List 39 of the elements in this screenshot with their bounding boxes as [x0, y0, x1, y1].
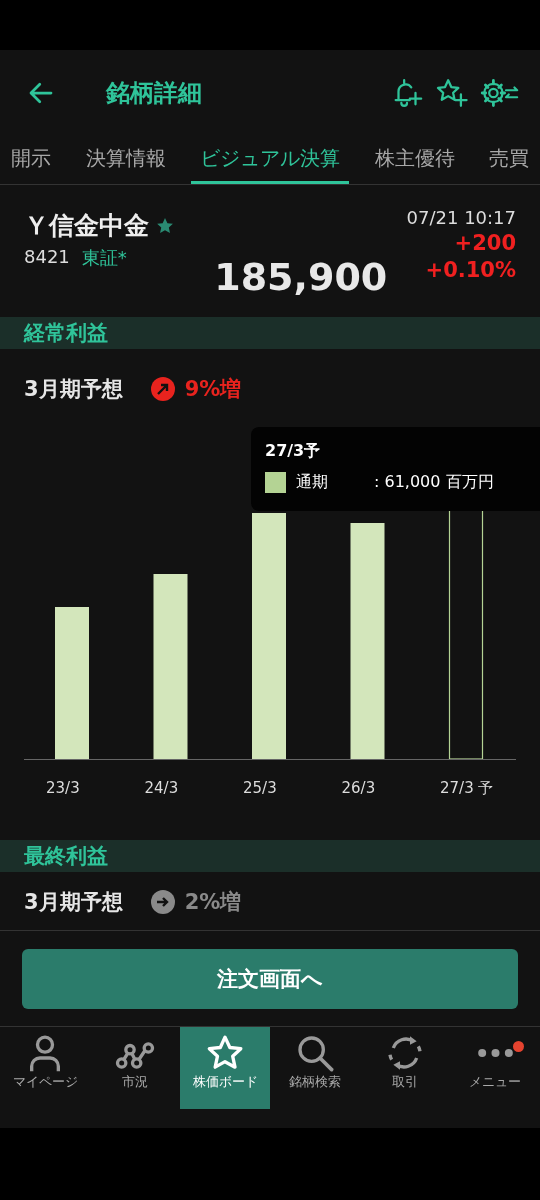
market-label[interactable]: 東証*	[81, 246, 127, 270]
nav-item[interactable]: 株価ボード	[180, 1027, 270, 1109]
section-header: 経常利益	[0, 317, 540, 349]
nav-item[interactable]: 市況	[90, 1027, 180, 1109]
screen-title: 銘柄詳細	[106, 77, 203, 109]
growth-rate: 9%増	[184, 376, 242, 403]
change-percent: +0.10%	[424, 258, 516, 282]
forecast-label: 3月期予想	[24, 376, 123, 403]
tab[interactable]: ビジュアル決算	[191, 135, 349, 184]
stock-price: 185,900	[213, 254, 389, 301]
update-time: 07/21 10:17	[406, 207, 516, 228]
price-change: +200	[453, 231, 516, 255]
tab[interactable]: 売買	[480, 135, 538, 184]
axis-label: 27/3 予	[439, 779, 495, 798]
nav-item[interactable]: 取引	[360, 1027, 450, 1109]
section-header: 最終利益	[0, 840, 540, 872]
more-icon	[476, 1048, 514, 1058]
forecast-label: 3月期予想	[24, 889, 123, 916]
bar[interactable]	[153, 574, 188, 759]
tooltip-title: 27/3予	[265, 441, 322, 462]
search-icon	[295, 1033, 335, 1073]
axis-label: 24/3	[143, 779, 180, 798]
bar[interactable]	[350, 523, 385, 759]
axis-label: 26/3	[340, 779, 377, 798]
tab[interactable]: 株主優待	[365, 135, 464, 184]
tab[interactable]: 決算情報	[76, 135, 175, 184]
axis-label: 23/3	[45, 779, 81, 798]
stock-name: Ｙ信金中金	[24, 210, 149, 242]
growth-rate: 2%増	[184, 889, 242, 916]
nav-item[interactable]: 銘柄検索	[270, 1027, 360, 1109]
nav-item[interactable]: メニュー	[450, 1027, 540, 1109]
legend-swatch	[265, 472, 286, 493]
axis-label: 25/3	[242, 779, 278, 798]
series-label: 通期	[296, 472, 329, 493]
nav-item[interactable]: マイページ	[0, 1027, 90, 1109]
tab[interactable]: 開示	[2, 135, 60, 184]
tooltip-value: : 61,000 百万円	[374, 472, 494, 493]
order-button[interactable]: 注文画面へ	[22, 948, 518, 1009]
stock-code: 8421	[24, 246, 70, 269]
